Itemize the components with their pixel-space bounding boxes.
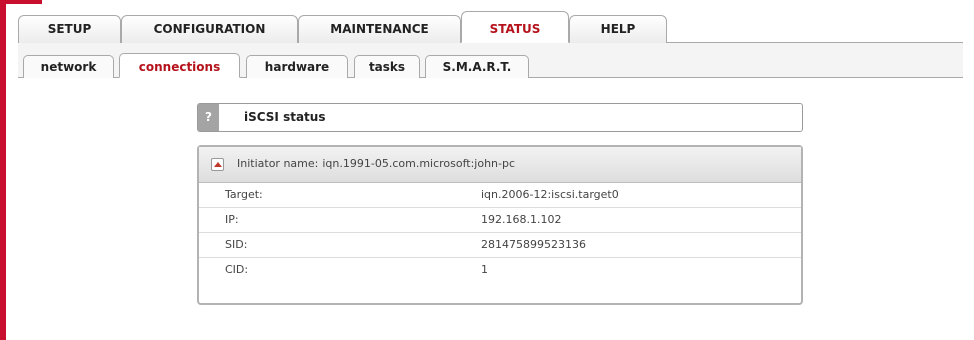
table-row: CID: 1 [199,258,801,282]
row-key: Target: [225,188,263,201]
tab-status[interactable]: STATUS [461,11,569,43]
subtab-smart[interactable]: S.M.A.R.T. [425,55,529,78]
tab-maintenance[interactable]: MAINTENANCE [298,15,461,43]
subtab-network[interactable]: network [23,55,114,78]
sub-tab-bar: network connections hardware tasks S.M.A… [18,52,963,78]
subtab-connections[interactable]: connections [119,53,240,78]
page-title: iSCSI status [244,110,326,124]
window-top-accent [0,0,42,4]
row-value: iqn.2006-12:iscsi.target0 [481,188,619,201]
tab-setup[interactable]: SETUP [18,15,121,43]
initiator-name-value: iqn.1991-05.com.microsoft:john-pc [322,157,516,170]
iscsi-status-header: ? iSCSI status [197,103,803,132]
help-icon[interactable]: ? [198,104,219,131]
initiator-name-label: Initiator name: [237,157,319,170]
table-row: Target: iqn.2006-12:iscsi.target0 [199,183,801,208]
sub-tab-area: network connections hardware tasks S.M.A… [18,43,963,78]
table-row: SID: 281475899523136 [199,233,801,258]
main-tab-bar: SETUP CONFIGURATION MAINTENANCE STATUS H… [18,11,963,43]
subtab-hardware[interactable]: hardware [246,55,348,78]
row-key: IP: [225,213,239,226]
chevron-up-icon[interactable] [211,158,224,171]
subtab-tasks[interactable]: tasks [354,55,420,78]
initiator-name: Initiator name: iqn.1991-05.com.microsoft… [237,147,515,181]
row-key: CID: [225,263,249,276]
tab-help[interactable]: HELP [569,15,667,43]
row-value: 281475899523136 [481,238,586,251]
initiator-header: Initiator name: iqn.1991-05.com.microsoft… [199,147,801,183]
initiator-panel: Initiator name: iqn.1991-05.com.microsoft… [197,145,803,305]
row-value: 192.168.1.102 [481,213,562,226]
row-key: SID: [225,238,248,251]
tab-configuration[interactable]: CONFIGURATION [121,15,298,43]
row-value: 1 [481,263,488,276]
window-left-border [0,0,6,340]
table-row: IP: 192.168.1.102 [199,208,801,233]
